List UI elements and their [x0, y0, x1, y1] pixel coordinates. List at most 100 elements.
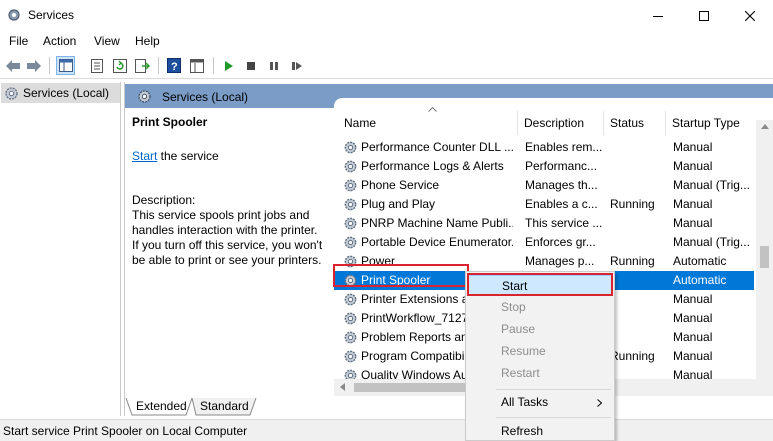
maximize-button[interactable] — [681, 0, 727, 31]
service-description-text: Description: This service spools print j… — [132, 193, 323, 267]
export-list-button[interactable] — [133, 56, 152, 75]
refresh-button[interactable] — [110, 56, 129, 75]
service-gear-icon — [343, 311, 358, 326]
close-button[interactable] — [727, 0, 773, 31]
column-header-status[interactable]: Status — [604, 111, 666, 135]
vertical-scrollbar[interactable] — [756, 120, 773, 396]
service-startup-type: Manual — [673, 311, 713, 325]
help-button[interactable]: ? — [164, 56, 183, 75]
title-bar: Services — [0, 0, 773, 31]
service-startup-type: Manual (Trig... — [673, 235, 750, 249]
properties-button[interactable] — [87, 56, 106, 75]
service-gear-icon — [343, 292, 358, 307]
console-tree-pane: Services (Local) — [0, 82, 121, 416]
stop-service-icon — [246, 61, 255, 70]
service-row[interactable]: Phone Service Manages th... Manual (Trig..… — [334, 176, 754, 195]
service-description: Enables a c... — [525, 197, 598, 211]
tab-extended[interactable]: Extended — [128, 398, 195, 415]
svg-text:?: ? — [171, 61, 178, 73]
context-menu-pause[interactable]: Pause — [467, 319, 613, 340]
service-name: PNRP Machine Name Publi... — [361, 216, 513, 230]
services-pane: Services (Local) Print Spooler Start the… — [124, 82, 773, 416]
menu-bar: File Action View Help — [0, 31, 773, 51]
menu-help[interactable]: Help — [135, 34, 160, 48]
vertical-scroll-thumb[interactable] — [760, 246, 769, 268]
service-row[interactable]: Performance Counter DLL ... Enables rem..… — [334, 138, 754, 157]
service-row[interactable]: Portable Device Enumerator... Enforces gr… — [334, 233, 754, 252]
scroll-up-arrow-icon[interactable] — [761, 124, 769, 129]
context-menu-all-tasks[interactable]: All Tasks — [467, 392, 613, 413]
tab-standard[interactable]: Standard — [192, 398, 257, 415]
start-service-link[interactable]: Start — [132, 149, 157, 163]
context-menu-refresh[interactable]: Refresh — [467, 421, 613, 441]
forward-button[interactable] — [24, 56, 43, 75]
refresh-icon — [112, 58, 127, 73]
service-gear-icon — [343, 330, 358, 345]
properties-icon — [90, 58, 103, 73]
context-menu-separator — [496, 417, 611, 418]
service-startup-type: Manual — [673, 216, 713, 230]
column-header-name[interactable]: Name — [338, 111, 514, 135]
services-gear-icon — [5, 86, 18, 100]
service-startup-type: Automatic — [673, 273, 727, 287]
tree-item-services-local[interactable]: Services (Local) — [1, 83, 120, 103]
service-status: Running — [610, 197, 655, 211]
service-row[interactable]: PNRP Machine Name Publi... This service .… — [334, 214, 754, 233]
pause-service-button[interactable] — [264, 56, 283, 75]
start-service-line: Start the service — [132, 149, 219, 163]
console-button[interactable] — [187, 56, 206, 75]
restart-service-button[interactable] — [287, 56, 306, 75]
context-menu-resume[interactable]: Resume — [467, 341, 613, 362]
service-status: Running — [610, 349, 655, 363]
minimize-button[interactable] — [635, 0, 681, 31]
menu-view[interactable]: View — [94, 34, 120, 48]
close-icon — [745, 10, 755, 21]
forward-arrow-icon — [26, 59, 41, 72]
service-gear-icon — [343, 159, 358, 174]
export-list-icon — [135, 58, 150, 73]
service-row[interactable]: Performance Logs & Alerts Performanc... Ma… — [334, 157, 754, 176]
pane-header-title: Services (Local) — [162, 90, 249, 104]
pause-service-icon — [269, 61, 278, 70]
view-tabs: Extended Standard — [124, 398, 324, 416]
service-name: Plug and Play — [361, 197, 436, 211]
menu-file[interactable]: File — [9, 34, 28, 48]
service-row[interactable]: Plug and Play Enables a c... Running Manual — [334, 195, 754, 214]
start-service-icon — [224, 60, 233, 71]
service-gear-icon — [343, 197, 358, 212]
selected-service-name: Print Spooler — [132, 115, 208, 129]
status-bar: Start service Print Spooler on Local Com… — [0, 419, 773, 441]
context-menu-stop[interactable]: Stop — [467, 297, 613, 318]
console-tree-icon — [58, 59, 73, 72]
services-gear-icon — [8, 9, 20, 21]
service-startup-type: Manual — [673, 292, 713, 306]
toolbar-separator — [213, 57, 214, 74]
service-name: Phone Service — [361, 178, 440, 192]
show-console-tree-button[interactable] — [56, 56, 75, 75]
toolbar-separator — [158, 57, 159, 74]
start-service-button[interactable] — [219, 56, 238, 75]
back-arrow-icon — [5, 59, 20, 72]
restart-service-icon — [291, 61, 302, 70]
service-name: Performance Counter DLL ... — [361, 140, 513, 154]
service-startup-type: Manual — [673, 197, 713, 211]
service-description: Performanc... — [525, 159, 598, 173]
start-menu-highlight-box — [467, 273, 613, 296]
maximize-icon — [699, 10, 709, 21]
column-header-description[interactable]: Description — [518, 111, 604, 135]
context-menu-restart[interactable]: Restart — [467, 363, 613, 384]
menu-action[interactable]: Action — [43, 34, 76, 48]
back-button[interactable] — [3, 56, 22, 75]
horizontal-scroll-thumb[interactable] — [354, 383, 474, 392]
column-header-startup-type[interactable]: Startup Type — [666, 111, 762, 135]
services-window: Services File Action View Help ? Service… — [0, 0, 773, 441]
service-gear-icon — [343, 140, 358, 155]
service-name: Portable Device Enumerator... — [361, 235, 513, 249]
scroll-left-arrow-icon[interactable] — [340, 383, 345, 391]
service-startup-type: Manual (Trig... — [673, 178, 750, 192]
service-description: Manages p... — [525, 254, 595, 268]
service-gear-icon — [343, 216, 358, 231]
stop-service-button[interactable] — [241, 56, 260, 75]
status-text: Start service Print Spooler on Local Com… — [3, 424, 248, 438]
services-gear-icon — [138, 90, 151, 103]
